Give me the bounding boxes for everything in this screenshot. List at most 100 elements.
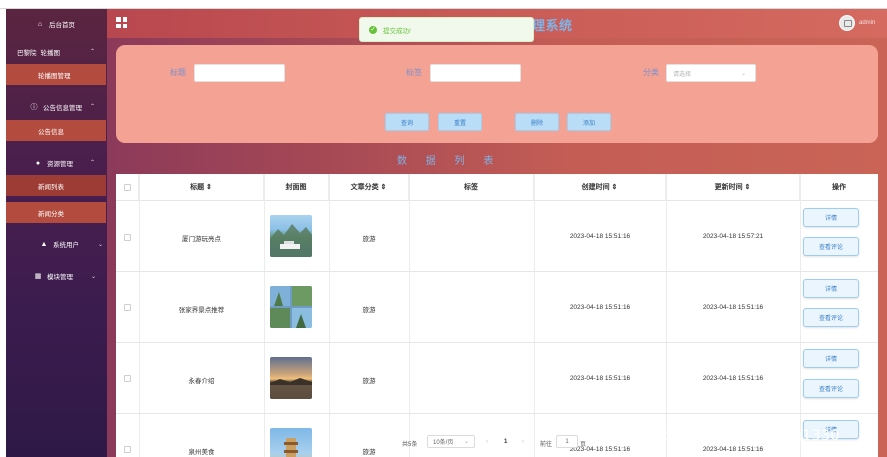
sidebar-subitem-notice[interactable]: 公告信息 <box>6 120 106 141</box>
cover-image-art <box>270 378 312 399</box>
sidebar-item-label: 资源管理 <box>47 161 73 168</box>
chevron-down-icon: ⌄ <box>90 274 96 280</box>
sidebar-item-prefix: 巴黎院 <box>17 50 37 57</box>
detail-button[interactable]: 详情 <box>803 349 859 368</box>
sidebar-item-resource-manage[interactable]: ● 资源管理 ⌃ <box>6 153 107 173</box>
goto-page-input[interactable]: 1 <box>556 435 578 448</box>
row-updated: 2023-04-18 15:51:16 <box>702 446 764 453</box>
username[interactable]: admin <box>859 20 875 26</box>
next-page-icon[interactable]: › <box>522 439 524 445</box>
view-comments-button[interactable]: 查看评论 <box>803 379 859 398</box>
cover-image[interactable] <box>270 357 312 399</box>
sidebar-subitem-label: 公告信息 <box>38 128 64 136</box>
category-select[interactable]: 请选择 ⌄ <box>666 64 756 82</box>
row-title: 张家界景点推荐 <box>178 307 225 314</box>
col-divider <box>264 174 265 457</box>
chevron-up-icon: ⌃ <box>89 49 95 55</box>
row-checkbox[interactable] <box>124 446 131 453</box>
chevron-down-icon: ⌄ <box>97 242 103 248</box>
chevron-up-icon: ⌃ <box>89 160 95 166</box>
sidebar-item-label: 公告信息管理 <box>43 105 82 112</box>
cover-image[interactable] <box>270 428 312 457</box>
row-created: 2023-04-18 15:51:16 <box>569 233 631 240</box>
chevron-up-icon: ⌃ <box>89 104 95 110</box>
col-divider <box>666 174 667 457</box>
sidebar-item-notice-manage[interactable]: ⓘ 公告信息管理 ⌃ <box>6 97 107 117</box>
sidebar-subitem-news-category[interactable]: 新闻分类 <box>6 202 106 223</box>
col-tag: 标签 <box>409 174 534 201</box>
col-title[interactable]: 标题 ⇕ <box>139 174 264 201</box>
col-created[interactable]: 创建时间 ⇕ <box>534 174 666 201</box>
sidebar-item-system-user[interactable]: ▲ 系统用户 ⌄ <box>6 234 107 254</box>
col-updated[interactable]: 更新时间 ⇕ <box>666 174 800 201</box>
app-root: ⌂ 后台首页 巴黎院 轮播图 ⌃ 轮播图管理 ⓘ 公告信息管理 ⌃ 公告信息 ●… <box>0 0 887 457</box>
category-placeholder: 请选择 <box>673 71 692 78</box>
add-button[interactable]: 添加 <box>567 113 611 131</box>
sidebar-item-label: 模块管理 <box>47 274 73 281</box>
toast-message: 提交成功! <box>383 27 411 35</box>
row-category: 旅游 <box>362 449 376 456</box>
view-comments-button[interactable]: 查看评论 <box>803 237 859 256</box>
detail-button[interactable]: 详情 <box>803 279 859 298</box>
row-updated: 2023-04-18 15:57:21 <box>702 233 764 240</box>
avatar[interactable] <box>839 15 855 31</box>
query-button[interactable]: 查询 <box>385 113 429 131</box>
chevron-down-icon: ⌄ <box>740 71 746 77</box>
sidebar-subitem-label: 新闻列表 <box>38 183 64 191</box>
current-page[interactable]: 1 <box>504 439 507 445</box>
row-divider <box>116 271 878 272</box>
row-created: 2023-04-18 15:51:16 <box>569 304 631 311</box>
row-checkbox[interactable] <box>124 234 131 241</box>
sidebar-item-carousel[interactable]: 巴黎院 轮播图 ⌃ <box>6 42 107 62</box>
sidebar-item-label: 后台首页 <box>49 22 75 29</box>
view-comments-button[interactable]: 查看评论 <box>803 308 859 327</box>
category-label: 分类 <box>643 68 659 77</box>
sidebar-subitem-news-list[interactable]: 新闻列表 <box>6 175 106 196</box>
title-input[interactable] <box>194 64 285 82</box>
row-created: 2023-04-18 15:51:16 <box>569 375 631 382</box>
row-checkbox[interactable] <box>124 304 131 311</box>
detail-button[interactable]: 详情 <box>803 208 859 227</box>
user-icon: ▲ <box>40 240 48 248</box>
col-divider <box>409 174 410 457</box>
section-title: 数 据 列 表 <box>397 156 502 167</box>
cover-image-art <box>270 286 312 328</box>
col-divider <box>329 174 330 457</box>
page-size-select[interactable]: 10条/页 ⌄ <box>427 435 475 448</box>
select-all-checkbox[interactable] <box>123 183 131 191</box>
cover-image[interactable] <box>270 215 312 257</box>
tag-input[interactable] <box>430 64 521 82</box>
watermark-text: CSDN @weixin_bysj1330 <box>655 428 840 444</box>
cover-image-art <box>284 438 298 457</box>
window-top-bar <box>0 0 887 9</box>
row-title: 厦门游玩亮点 <box>182 236 221 243</box>
pagination-total: 共5条 <box>402 442 418 448</box>
home-icon: ⌂ <box>37 20 43 28</box>
menu-toggle-icon[interactable] <box>116 17 127 28</box>
sidebar-item-home[interactable]: ⌂ 后台首页 <box>6 14 107 34</box>
data-table: 标题 ⇕ 封面图 文章分类 ⇕ 标签 创建时间 ⇕ 更新时间 ⇕ 操作 厦门游玩… <box>116 174 878 457</box>
sidebar-item-module-manage[interactable]: ▦ 模块管理 ⌄ <box>6 266 107 286</box>
prev-page-icon[interactable]: ‹ <box>486 439 488 445</box>
row-created: 2023-04-18 15:51:16 <box>569 446 631 453</box>
cover-image-art <box>270 224 312 257</box>
col-divider <box>800 174 801 457</box>
sidebar-subitem-label: 新闻分类 <box>38 210 64 218</box>
row-title: 泉州美食 <box>188 449 215 456</box>
info-circle-icon: ⓘ <box>30 104 38 111</box>
col-category[interactable]: 文章分类 ⇕ <box>329 174 409 201</box>
reset-button[interactable]: 重置 <box>438 113 482 131</box>
cover-image[interactable] <box>270 286 312 328</box>
delete-button[interactable]: 删除 <box>515 113 559 131</box>
row-category: 旅游 <box>362 236 376 243</box>
title-label: 标题 <box>170 68 186 77</box>
grid-icon: ▦ <box>34 273 42 280</box>
sidebar-item-label: 轮播图 <box>40 50 61 57</box>
sidebar-subitem-label: 轮播图管理 <box>38 72 71 80</box>
row-checkbox[interactable] <box>124 375 131 382</box>
tag-label: 标签 <box>406 68 422 77</box>
sidebar-subitem-carousel-manage[interactable]: 轮播图管理 <box>6 64 106 85</box>
col-cover: 封面图 <box>264 174 329 201</box>
row-updated: 2023-04-18 15:51:16 <box>702 304 764 311</box>
col-divider <box>139 174 140 457</box>
